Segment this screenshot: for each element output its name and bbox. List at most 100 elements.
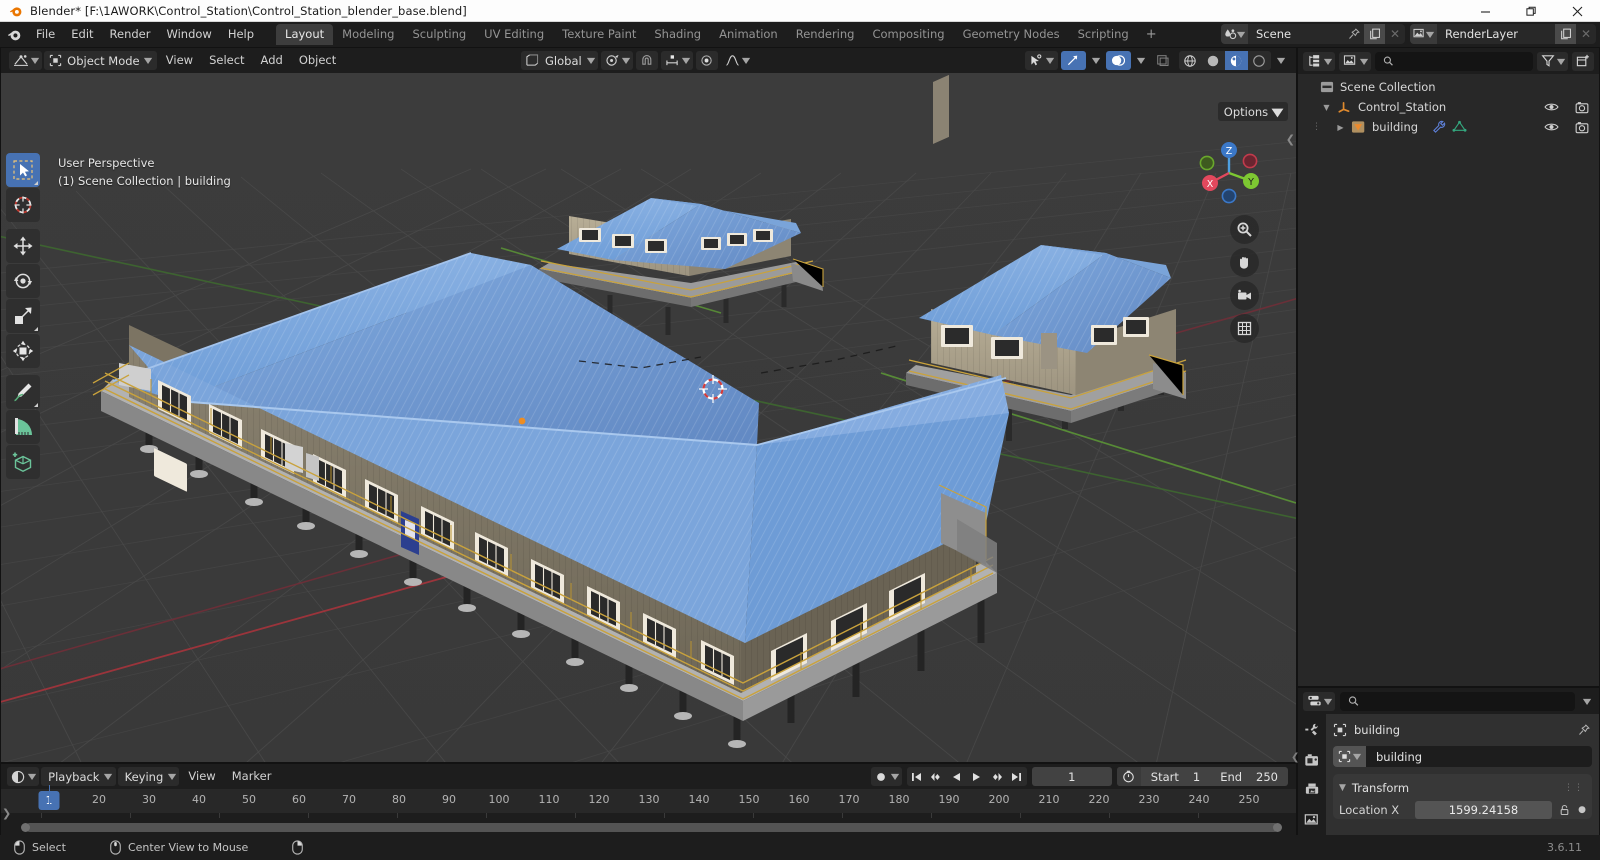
- tool-move[interactable]: [6, 229, 40, 263]
- transform-orientation-selector[interactable]: Global ▼: [521, 51, 598, 70]
- view-layer-selector[interactable]: ▼ RenderLayer ✕: [1410, 24, 1596, 44]
- outliner-search-box[interactable]: [1375, 51, 1533, 71]
- timeline-menu-marker[interactable]: Marker: [225, 767, 279, 786]
- pan-hand-icon[interactable]: [1230, 248, 1259, 277]
- shading-rendered-button[interactable]: [1248, 51, 1271, 70]
- timeline-menu-playback[interactable]: Playback ▼: [41, 767, 116, 786]
- tab-texture-paint[interactable]: Texture Paint: [553, 24, 645, 45]
- menu-help[interactable]: Help: [220, 25, 262, 44]
- frame-end-control[interactable]: End 250: [1210, 770, 1288, 784]
- tool-add-cube[interactable]: [6, 445, 40, 479]
- close-button[interactable]: [1554, 0, 1600, 22]
- tab-view-layer[interactable]: [1304, 812, 1321, 829]
- maximize-button[interactable]: [1508, 0, 1554, 22]
- jump-to-prev-keyframe-button[interactable]: [927, 767, 947, 786]
- scene-selector[interactable]: ▼ Scene ✕: [1221, 24, 1405, 44]
- remove-scene-icon[interactable]: ✕: [1385, 24, 1405, 44]
- tab-layout[interactable]: Layout: [276, 24, 334, 45]
- zoom-icon[interactable]: [1230, 215, 1259, 244]
- tab-compositing[interactable]: Compositing: [863, 24, 953, 45]
- viewport-canvas[interactable]: User Perspective (1) Scene Collection | …: [1, 73, 1296, 762]
- timeline-sidebar-toggle[interactable]: ❯: [2, 807, 11, 820]
- lock-icon[interactable]: [1556, 804, 1572, 816]
- panel-drag-grip[interactable]: ⋮⋮: [1564, 783, 1584, 792]
- outliner-editor-type-selector[interactable]: ▼: [1303, 51, 1336, 71]
- new-view-layer-icon[interactable]: [1555, 24, 1576, 44]
- viewport-menu-view[interactable]: View: [159, 51, 200, 70]
- new-scene-icon[interactable]: [1364, 24, 1385, 44]
- xray-toggle[interactable]: [1151, 51, 1176, 70]
- tab-output[interactable]: [1304, 782, 1321, 799]
- tab-shading[interactable]: Shading: [645, 24, 710, 45]
- blender-menu-icon[interactable]: [0, 27, 28, 42]
- auto-keying-toggle[interactable]: ▼: [870, 767, 902, 786]
- outliner-tree[interactable]: Scene Collection ▼ Control_Station ⋮ ▶ b…: [1298, 74, 1599, 686]
- timeline-editor-type-selector[interactable]: ▼: [7, 767, 40, 786]
- frame-start-control[interactable]: Start 1: [1141, 770, 1210, 784]
- transform-panel-header[interactable]: ▼ Transform ⋮⋮: [1333, 778, 1592, 797]
- tool-tweak-select-box[interactable]: [6, 153, 40, 187]
- animate-property-dot[interactable]: ●: [1576, 805, 1588, 815]
- menu-window[interactable]: Window: [158, 25, 219, 44]
- shading-material-preview-button[interactable]: [1224, 51, 1248, 70]
- remove-view-layer-icon[interactable]: ✕: [1576, 24, 1596, 44]
- outliner-search-input[interactable]: [1399, 54, 1525, 68]
- properties-search-box[interactable]: [1340, 691, 1575, 711]
- falloff-curve-selector[interactable]: ▼: [721, 51, 753, 70]
- play-button[interactable]: [967, 767, 987, 786]
- tool-cursor[interactable]: [6, 188, 40, 222]
- pivot-point-selector[interactable]: ▼: [600, 51, 633, 70]
- play-reverse-button[interactable]: [947, 767, 967, 786]
- tab-rendering[interactable]: Rendering: [787, 24, 864, 45]
- location-x-value[interactable]: 1599.24158: [1415, 800, 1552, 819]
- tab-animation[interactable]: Animation: [710, 24, 787, 45]
- properties-pin-icon[interactable]: [1578, 721, 1590, 740]
- outliner-row-building[interactable]: ⋮ ▶ building: [1298, 117, 1599, 137]
- scene-icon[interactable]: ▼: [1221, 24, 1248, 44]
- view-layer-icon[interactable]: ▼: [1410, 24, 1437, 44]
- tab-render[interactable]: [1304, 752, 1321, 769]
- timeline-horizontal-scrollbar[interactable]: [25, 823, 1279, 832]
- properties-edge-handle[interactable]: ❮: [1291, 752, 1299, 763]
- proportional-editing-toggle[interactable]: [696, 51, 719, 70]
- mesh-data-icon[interactable]: [1452, 120, 1467, 134]
- tool-rotate[interactable]: [6, 264, 40, 298]
- viewport-menu-add[interactable]: Add: [254, 51, 290, 70]
- properties-editor-type-selector[interactable]: ▼: [1303, 691, 1336, 711]
- jump-to-next-keyframe-button[interactable]: [987, 767, 1007, 786]
- outliner-row-control-station[interactable]: ▼ Control_Station: [1298, 97, 1599, 117]
- tab-modeling[interactable]: Modeling: [333, 24, 403, 45]
- tab-scripting[interactable]: Scripting: [1069, 24, 1138, 45]
- editor-type-selector[interactable]: ▼: [9, 51, 43, 70]
- viewport-options-dropdown[interactable]: Options ▼: [1217, 102, 1288, 121]
- tab-uv-editing[interactable]: UV Editing: [475, 24, 553, 45]
- camera-view-icon[interactable]: [1230, 281, 1259, 310]
- timeline-menu-view[interactable]: View: [181, 767, 222, 786]
- snap-magnet-icon[interactable]: [636, 51, 658, 70]
- timeline-ruler[interactable]: 1020304050607080901001101201301401501601…: [1, 789, 1296, 813]
- current-frame-field[interactable]: 1: [1031, 767, 1112, 786]
- viewport-menu-select[interactable]: Select: [202, 51, 251, 70]
- view-layer-name[interactable]: RenderLayer: [1437, 24, 1555, 44]
- outliner-row-scene-collection[interactable]: Scene Collection: [1298, 77, 1599, 97]
- outliner-new-collection-button[interactable]: [1572, 51, 1594, 71]
- overlays-toggle[interactable]: [1105, 51, 1131, 70]
- tab-sculpting[interactable]: Sculpting: [403, 24, 475, 45]
- camera-icon[interactable]: [1575, 121, 1589, 134]
- properties-options-dropdown[interactable]: ▼: [1580, 692, 1594, 711]
- timeline-menu-keying[interactable]: Keying ▼: [117, 767, 180, 786]
- object-name-field[interactable]: building: [1366, 746, 1592, 767]
- jump-to-start-button[interactable]: [907, 767, 927, 786]
- tool-transform[interactable]: [6, 334, 40, 368]
- menu-file[interactable]: File: [28, 25, 63, 44]
- shading-solid-button[interactable]: [1202, 51, 1225, 70]
- interaction-mode-selector[interactable]: Object Mode ▼: [44, 51, 157, 70]
- minimize-button[interactable]: [1462, 0, 1508, 22]
- tab-geometry-nodes[interactable]: Geometry Nodes: [954, 24, 1069, 45]
- pin-icon[interactable]: [1344, 24, 1364, 44]
- timeline-scroll-left-grip[interactable]: [21, 823, 30, 832]
- object-browse-button[interactable]: ▼: [1333, 746, 1366, 767]
- object-visibility-selector[interactable]: ▼: [1025, 51, 1058, 70]
- add-workspace-button[interactable]: +: [1138, 27, 1165, 42]
- overlay-options-dropdown[interactable]: ▼: [1134, 51, 1148, 70]
